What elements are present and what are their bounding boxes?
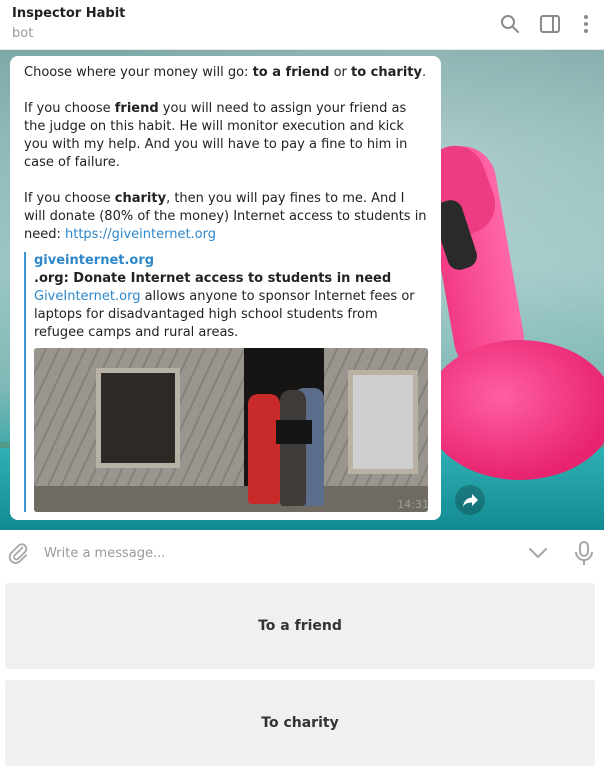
preview-title: .org: Donate Internet access to students… (34, 271, 392, 286)
preview-description-link[interactable]: GiveInternet.org (34, 289, 140, 304)
chat-area: Choose where your money will go: to a fr… (0, 50, 604, 530)
intro-prefix: Choose where your money will go: (24, 65, 253, 80)
more-vertical-icon[interactable] (574, 12, 598, 36)
link-preview[interactable]: giveinternet.org .org: Donate Internet a… (24, 252, 428, 512)
keyboard-button-to-charity[interactable]: To charity (5, 680, 595, 766)
intro-option-charity: to charity (351, 65, 422, 80)
intro-suffix: . (421, 65, 427, 80)
charity-word: charity (114, 191, 167, 206)
message-friend-paragraph: If you choose friend you will need to as… (24, 100, 427, 172)
preview-photo[interactable] (34, 348, 428, 512)
sidebar-toggle-icon[interactable] (538, 12, 562, 36)
friend-prefix: If you choose (24, 101, 115, 116)
preview-description: GiveInternet.org allows anyone to sponso… (34, 288, 427, 342)
keyboard-button-to-friend[interactable]: To a friend (5, 583, 595, 669)
friend-word: friend (114, 101, 159, 116)
message-composer (0, 530, 604, 576)
wallpaper-flamingo-body (425, 340, 604, 480)
chat-subtitle: bot (12, 26, 34, 41)
charity-prefix: If you choose (24, 191, 115, 206)
chat-title[interactable]: Inspector Habit (12, 6, 125, 21)
preview-site[interactable]: giveinternet.org (34, 252, 427, 270)
microphone-icon[interactable] (572, 540, 596, 566)
paperclip-icon[interactable] (6, 541, 30, 565)
message-charity-paragraph: If you choose charity, then you will pay… (24, 190, 427, 244)
message-intro: Choose where your money will go: to a fr… (24, 64, 427, 82)
search-icon[interactable] (498, 12, 522, 36)
message-bubble: Choose where your money will go: to a fr… (10, 56, 441, 520)
share-arrow-icon[interactable] (455, 485, 485, 515)
message-input[interactable] (44, 541, 504, 565)
chat-header: Inspector Habit bot (0, 0, 604, 50)
message-time: 14:31 (397, 498, 429, 511)
intro-middle: or (329, 65, 352, 80)
charity-link[interactable]: https://giveinternet.org (65, 227, 216, 242)
chevron-down-icon[interactable] (526, 541, 550, 565)
intro-option-friend: to a friend (252, 65, 330, 80)
